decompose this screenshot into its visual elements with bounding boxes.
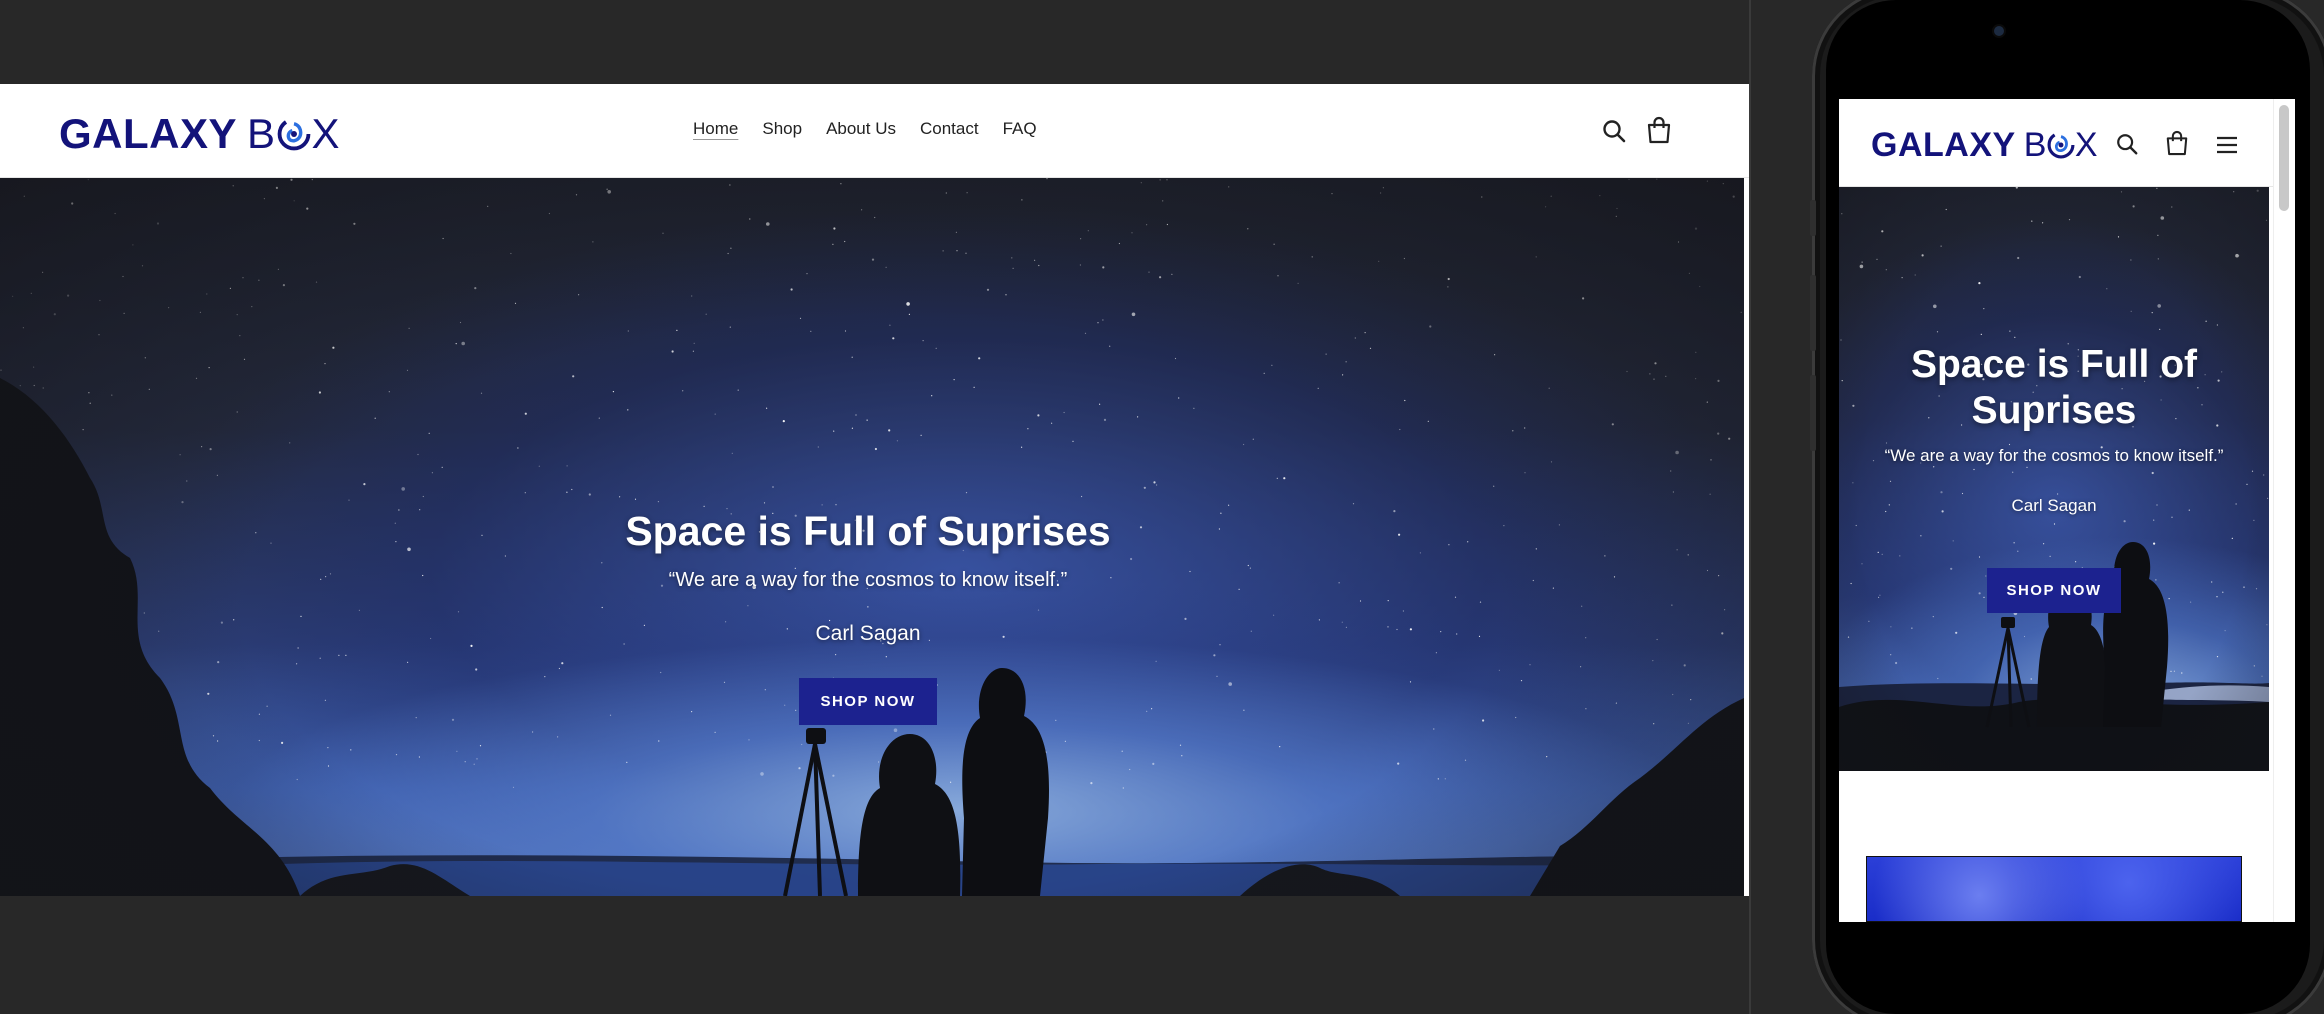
next-section-image	[1866, 856, 2242, 922]
galaxy-swirl-icon	[277, 117, 310, 151]
nav-faq[interactable]: FAQ	[1003, 119, 1037, 139]
cart-icon[interactable]	[1646, 116, 1672, 144]
cart-icon[interactable]	[2165, 130, 2189, 156]
hero-title: Space is Full of Suprises	[625, 508, 1111, 554]
brand-logo[interactable]: GALAXY B X	[59, 110, 340, 158]
mobile-hero-quote: “We are a way for the cosmos to know its…	[1884, 446, 2224, 465]
hero-content: Space is Full of Suprises “We are a way …	[500, 508, 1236, 725]
app-stage: GALAXY B X Home Shop About Us Contact FA…	[0, 0, 2324, 1014]
mobile-hero-title: Space is Full of Suprises	[1839, 342, 2269, 434]
nav-about-us[interactable]: About Us	[826, 119, 896, 139]
main-nav: Home Shop About Us Contact FAQ	[693, 119, 1061, 139]
mobile-scrollbar-thumb[interactable]	[2279, 105, 2289, 211]
preview-divider	[1749, 0, 1751, 1014]
hamburger-menu-icon[interactable]	[2215, 135, 2239, 155]
logo-text-box: B X	[247, 110, 340, 158]
search-icon[interactable]	[2115, 132, 2139, 156]
mobile-site-header: GALAXY B X	[1839, 99, 2295, 187]
nav-shop[interactable]: Shop	[762, 119, 802, 139]
mobile-hero-content: Space is Full of Suprises “We are a way …	[1839, 342, 2269, 613]
mobile-logo-letter-x: X	[2074, 125, 2099, 164]
mobile-preview: GALAXY B X Space is Full of Suprises “We…	[1839, 99, 2295, 922]
shop-now-button[interactable]: SHOP NOW	[799, 678, 937, 725]
mobile-scrollbar-track[interactable]	[2273, 99, 2295, 922]
mobile-logo-text-box: B X	[2024, 126, 2098, 165]
mobile-hero-quote-author: Carl Sagan	[2011, 496, 2097, 515]
front-camera	[1994, 26, 2004, 36]
site-header: GALAXY B X Home Shop About Us Contact FA…	[0, 84, 1749, 178]
logo-text-galaxy: GALAXY	[59, 110, 238, 157]
search-icon[interactable]	[1601, 118, 1627, 144]
phone-mute-switch	[1810, 200, 1816, 236]
logo-letter-b: B	[247, 110, 276, 157]
logo-letter-x: X	[311, 110, 341, 157]
hero-quote-author: Carl Sagan	[815, 622, 921, 645]
mobile-logo-text-galaxy: GALAXY	[1871, 125, 2016, 164]
mobile-logo-letter-b: B	[2023, 125, 2047, 164]
mobile-shop-now-button[interactable]: SHOP NOW	[1987, 568, 2121, 613]
hero-quote: “We are a way for the cosmos to know its…	[668, 569, 1068, 591]
mobile-brand-logo[interactable]: GALAXY B X	[1871, 125, 2098, 165]
mobile-hero-banner: Space is Full of Suprises “We are a way …	[1839, 187, 2269, 771]
mobile-hero-title-line2: Suprises	[1971, 389, 2137, 432]
hero-banner: Space is Full of Suprises “We are a way …	[0, 178, 1744, 896]
mobile-hero-title-line1: Space is Full of	[1910, 343, 2198, 386]
nav-home[interactable]: Home	[693, 119, 738, 139]
nav-contact[interactable]: Contact	[920, 119, 979, 139]
phone-volume-up	[1810, 275, 1816, 351]
galaxy-swirl-icon	[2047, 131, 2075, 159]
desktop-preview: GALAXY B X Home Shop About Us Contact FA…	[0, 84, 1749, 896]
phone-volume-down	[1810, 375, 1816, 451]
